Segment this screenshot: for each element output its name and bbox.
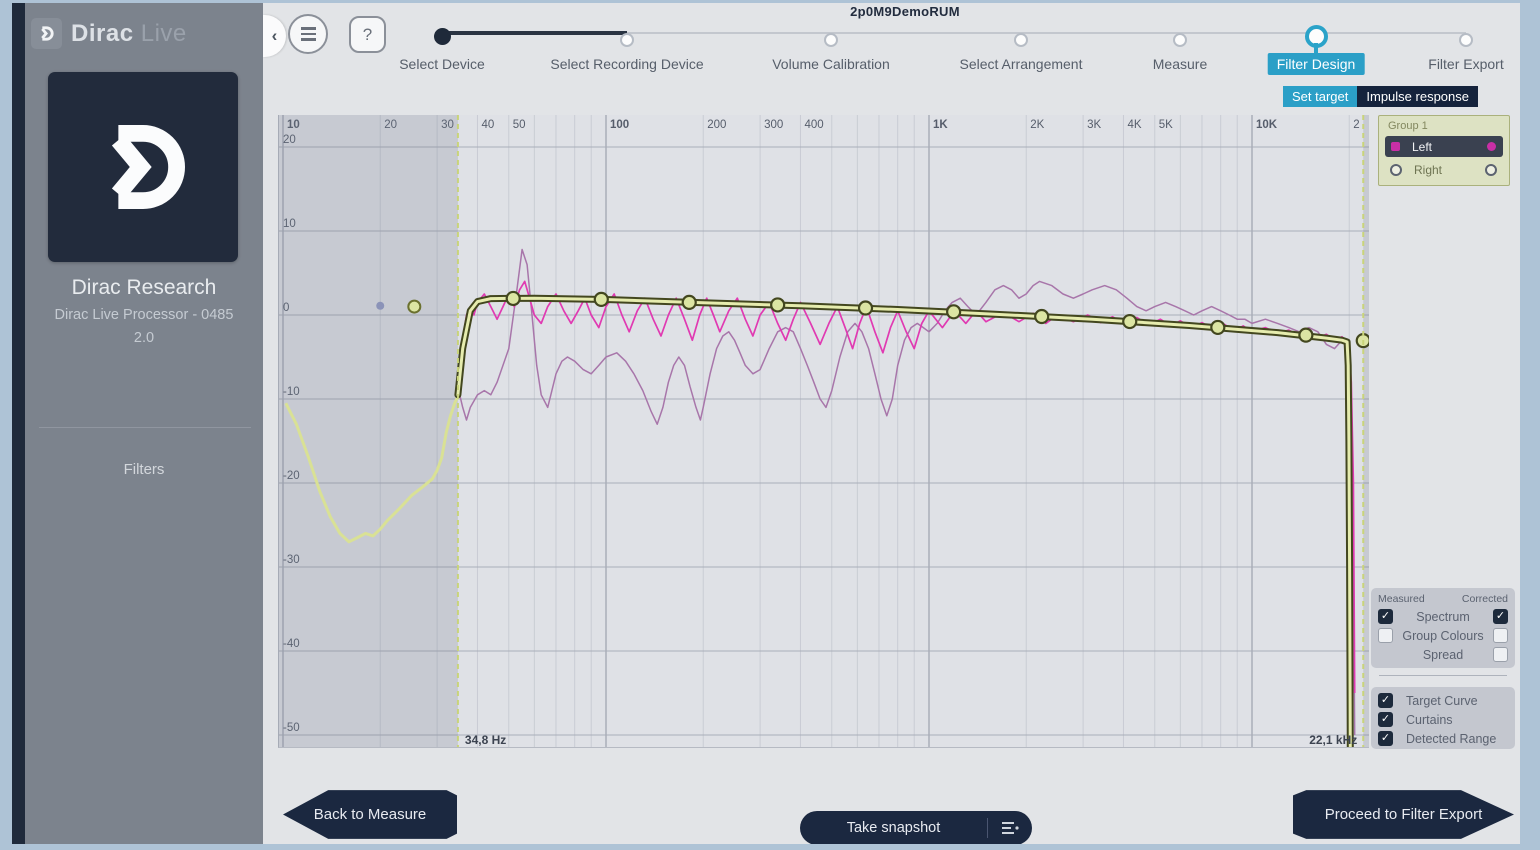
step-label-select-recording-device[interactable]: Select Recording Device — [550, 56, 703, 72]
options-divider — [1379, 675, 1507, 676]
step-dot-select-recording-device[interactable] — [620, 33, 634, 47]
svg-text:2: 2 — [1353, 119, 1359, 131]
tab-set-target[interactable]: Set target — [1283, 86, 1357, 107]
chart-canvas: 10203040501002003004001K2K3K4K5K10K22010… — [279, 115, 1369, 747]
option-row-spread: Spread — [1376, 645, 1510, 664]
option-row-curtains: ✓ Curtains — [1376, 710, 1510, 729]
app-title: Dirac Live — [71, 20, 187, 48]
svg-text:3K: 3K — [1087, 119, 1101, 131]
target-curve-checkbox[interactable]: ✓ — [1378, 693, 1393, 708]
measured-group-colours-checkbox[interactable] — [1378, 628, 1393, 643]
option-row-detected-range: ✓ Detected Range — [1376, 729, 1510, 748]
channel-row-left[interactable]: Left — [1385, 136, 1503, 157]
step-dot-filter-export[interactable] — [1459, 33, 1473, 47]
collapse-sidebar-button[interactable]: ‹ — [263, 15, 286, 57]
svg-text:2K: 2K — [1030, 119, 1044, 131]
step-label-filter-design[interactable]: Filter Design — [1268, 53, 1365, 75]
left-accent-strip — [12, 3, 25, 844]
svg-text:400: 400 — [804, 119, 823, 131]
channel-selected-dot — [1487, 142, 1496, 151]
step-label-filter-export[interactable]: Filter Export — [1428, 56, 1503, 72]
svg-text:50: 50 — [513, 119, 526, 131]
proceed-to-filter-export-button[interactable]: Proceed to Filter Export — [1293, 788, 1514, 841]
snapshot-label: Take snapshot — [800, 820, 987, 836]
device-name: Dirac Research — [25, 276, 263, 300]
svg-text:22,1 kHz: 22,1 kHz — [1309, 733, 1357, 747]
step-label-volume-calibration[interactable]: Volume Calibration — [772, 56, 890, 72]
dirac-logo-icon — [31, 18, 62, 49]
svg-text:10K: 10K — [1256, 119, 1278, 131]
channel-radio-icon — [1390, 164, 1402, 176]
svg-text:4K: 4K — [1127, 119, 1141, 131]
option-label: Spectrum — [1376, 610, 1510, 624]
take-snapshot-button[interactable]: Take snapshot — [800, 811, 1032, 844]
question-icon: ? — [363, 25, 372, 45]
sidebar: Dirac Live Dirac Research Dirac Live Pro… — [25, 3, 263, 844]
svg-text:1K: 1K — [933, 119, 948, 131]
option-label: Target Curve — [1376, 694, 1510, 708]
device-tile[interactable] — [48, 72, 238, 262]
corrected-group-colours-checkbox[interactable] — [1493, 628, 1508, 643]
option-row-target-curve: ✓ Target Curve — [1376, 691, 1510, 710]
svg-text:100: 100 — [610, 119, 629, 131]
channel-row-right[interactable]: Right — [1385, 159, 1503, 180]
option-label: Spread — [1376, 648, 1510, 662]
help-button[interactable]: ? — [349, 16, 386, 53]
stepper-track — [627, 32, 1466, 34]
option-row-spectrum: ✓ Spectrum ✓ — [1376, 607, 1510, 626]
frequency-response-chart[interactable]: 10203040501002003004001K2K3K4K5K10K22010… — [278, 115, 1369, 748]
curtains-checkbox[interactable]: ✓ — [1378, 712, 1393, 727]
group-legend-panel: Group 1 Left Right — [1378, 115, 1510, 186]
svg-text:200: 200 — [707, 119, 726, 131]
dirac-d-glyph — [37, 24, 56, 43]
option-label: Curtains — [1376, 713, 1510, 727]
corrected-column-header: Corrected — [1462, 593, 1508, 605]
filter-design-subtabs: Set target Impulse response — [1283, 86, 1478, 107]
stepper-track-done — [442, 31, 627, 35]
group-label: Group 1 — [1388, 120, 1509, 132]
chevron-left-icon: ‹ — [272, 26, 278, 46]
hamburger-icon — [301, 27, 316, 30]
sidebar-item-filters[interactable]: Filters — [25, 461, 263, 478]
step-dot-select-arrangement[interactable] — [1014, 33, 1028, 47]
svg-text:40: 40 — [481, 119, 494, 131]
project-title: 2p0M9DemoRUM — [755, 4, 1055, 19]
spectrum-options-panel: Measured Corrected ✓ Spectrum ✓ Group Co… — [1371, 588, 1515, 668]
corrected-spectrum-checkbox[interactable]: ✓ — [1493, 609, 1508, 624]
measured-spectrum-checkbox[interactable]: ✓ — [1378, 609, 1393, 624]
step-label-measure[interactable]: Measure — [1153, 56, 1207, 72]
overlay-options-panel: ✓ Target Curve ✓ Curtains ✓ Detected Ran… — [1371, 687, 1515, 749]
channel-label: Right — [1414, 163, 1442, 177]
dirac-d-glyph-large — [87, 111, 199, 223]
step-dot-measure[interactable] — [1173, 33, 1187, 47]
option-row-group-colours: Group Colours — [1376, 626, 1510, 645]
channel-color-swatch — [1391, 142, 1400, 151]
step-label-select-arrangement[interactable]: Select Arrangement — [960, 56, 1083, 72]
device-version: 2.0 — [25, 330, 263, 346]
channel-radio-icon — [1485, 164, 1497, 176]
corrected-spread-checkbox[interactable] — [1493, 647, 1508, 662]
step-label-select-device[interactable]: Select Device — [399, 56, 485, 72]
measured-column-header: Measured — [1378, 593, 1425, 605]
detected-range-checkbox[interactable]: ✓ — [1378, 731, 1393, 746]
snapshot-list-icon[interactable] — [988, 820, 1032, 836]
tab-impulse-response[interactable]: Impulse response — [1357, 86, 1478, 107]
svg-text:300: 300 — [764, 119, 783, 131]
device-model: Dirac Live Processor - 0485 — [25, 307, 263, 323]
svg-text:34,8 Hz: 34,8 Hz — [465, 733, 506, 747]
option-label: Group Colours — [1376, 629, 1510, 643]
sidebar-divider — [39, 427, 251, 428]
window-frame: Dirac Live Dirac Research Dirac Live Pro… — [0, 0, 1540, 850]
channel-label: Left — [1412, 140, 1432, 154]
step-dot-volume-calibration[interactable] — [824, 33, 838, 47]
svg-text:5K: 5K — [1159, 119, 1173, 131]
back-to-measure-button[interactable]: Back to Measure — [283, 788, 457, 841]
dirac-live-app: Dirac Live Dirac Research Dirac Live Pro… — [12, 3, 1520, 844]
option-label: Detected Range — [1376, 732, 1510, 746]
menu-button[interactable] — [288, 14, 328, 54]
step-dot-select-device[interactable] — [434, 28, 451, 45]
